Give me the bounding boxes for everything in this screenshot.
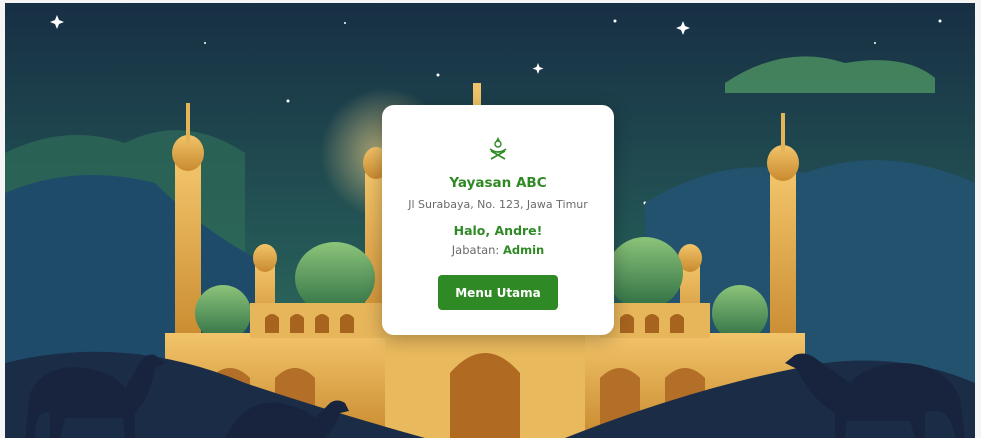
role-label: Jabatan:	[451, 243, 500, 257]
main-menu-button[interactable]: Menu Utama	[438, 275, 558, 310]
role-value: Admin	[502, 243, 545, 257]
role-line: Jabatan: Admin	[382, 243, 614, 257]
organization-name: Yayasan ABC	[449, 175, 547, 191]
quran-stand-icon	[489, 137, 507, 160]
welcome-card: Yayasan ABC Jl Surabaya, No. 123, Jawa T…	[382, 105, 614, 335]
greeting-text: Halo, Andre!	[453, 223, 543, 238]
login-landing-page: Yayasan ABC Jl Surabaya, No. 123, Jawa T…	[0, 0, 981, 438]
organization-address: Jl Surabaya, No. 123, Jawa Timur	[408, 198, 588, 211]
